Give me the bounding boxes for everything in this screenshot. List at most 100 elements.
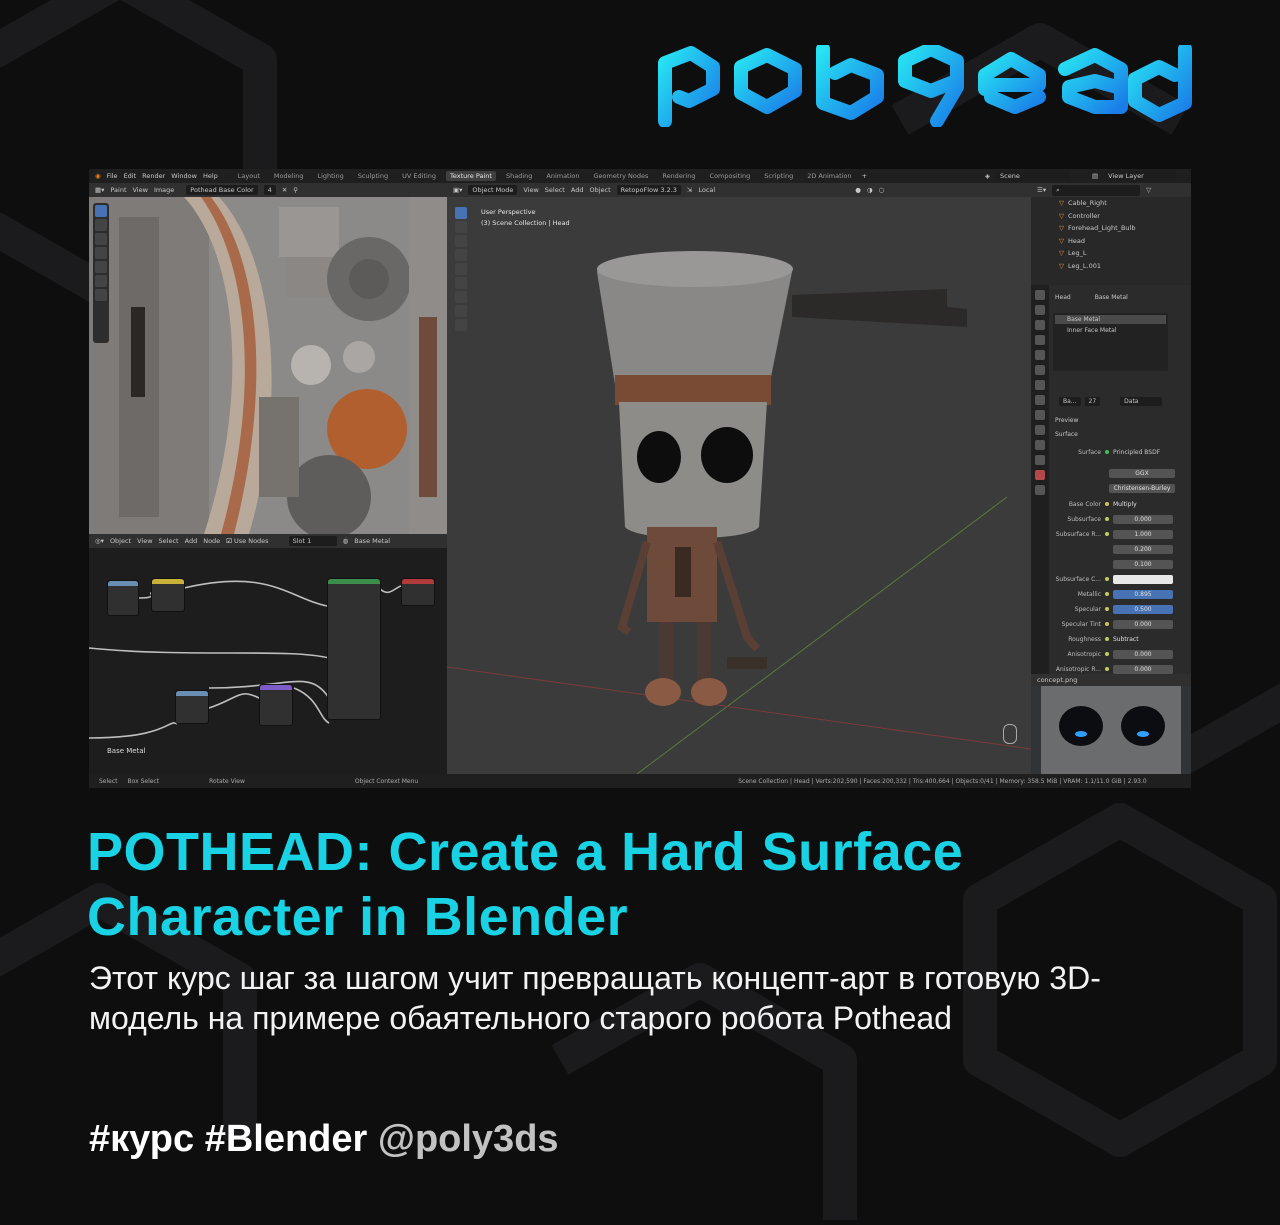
- material-slot[interactable]: Inner Face Metal: [1055, 326, 1166, 335]
- shading-rendered-icon[interactable]: ○: [879, 186, 885, 194]
- outliner-item[interactable]: ▽ Head: [1031, 235, 1191, 248]
- physics-tab-icon[interactable]: [1035, 425, 1045, 435]
- node-material-name[interactable]: Base Metal: [354, 537, 390, 545]
- hashtag-course[interactable]: #курс: [89, 1118, 194, 1160]
- property-value[interactable]: Multiply: [1113, 500, 1173, 509]
- tab-rendering[interactable]: Rendering: [658, 171, 699, 181]
- node-editor-type-icon[interactable]: ◎▾: [95, 537, 104, 545]
- viewport-type-icon[interactable]: ▣▾: [453, 186, 462, 194]
- filter-icon[interactable]: ▽: [1146, 186, 1151, 194]
- menu-viewport-select[interactable]: Select: [545, 186, 565, 194]
- tool-tab-icon[interactable]: [1035, 290, 1045, 300]
- preview-panel[interactable]: Preview: [1049, 414, 1191, 426]
- hashtag-blender[interactable]: #Blender: [205, 1118, 368, 1160]
- property-value[interactable]: Subtract: [1113, 635, 1173, 644]
- tab-layout[interactable]: Layout: [234, 171, 264, 181]
- property-value[interactable]: 0.200: [1113, 544, 1173, 554]
- material-output-node[interactable]: [401, 578, 435, 606]
- render-tab-icon[interactable]: [1035, 305, 1045, 315]
- annotate-icon[interactable]: [95, 289, 107, 301]
- menu-node-add[interactable]: Add: [185, 537, 198, 545]
- outliner-item[interactable]: ▽ Leg_L: [1031, 247, 1191, 260]
- principled-bsdf-node[interactable]: [327, 578, 381, 720]
- menu-viewport-view[interactable]: View: [523, 186, 538, 194]
- material-slot[interactable]: Base Metal: [1055, 315, 1166, 324]
- tab-modeling[interactable]: Modeling: [270, 171, 308, 181]
- property-value[interactable]: 0.500: [1113, 604, 1173, 614]
- object-mode-selector[interactable]: Object Mode: [468, 185, 518, 195]
- subsurface-method-selector[interactable]: Christensen-Burley: [1109, 483, 1175, 493]
- menu-node-view[interactable]: View: [137, 537, 152, 545]
- distribution-selector[interactable]: GGX: [1109, 468, 1175, 478]
- menu-image[interactable]: Image: [154, 186, 174, 194]
- use-nodes-checkbox[interactable]: ☑: [226, 537, 232, 545]
- menu-render[interactable]: Render: [142, 172, 165, 180]
- blender-logo-icon[interactable]: ◉: [95, 172, 101, 180]
- transform-orientation-icon[interactable]: ⇲: [687, 186, 692, 194]
- material-datablock[interactable]: Ba...: [1059, 396, 1081, 406]
- transform-orientation[interactable]: Local: [698, 186, 715, 194]
- property-value[interactable]: 0.895: [1113, 589, 1173, 599]
- shading-material-icon[interactable]: ◑: [867, 186, 873, 194]
- tab-shading[interactable]: Shading: [502, 171, 536, 181]
- mix-node[interactable]: [151, 578, 185, 612]
- tab-geometry-nodes[interactable]: Geometry Nodes: [590, 171, 653, 181]
- scene-tab-icon[interactable]: [1035, 350, 1045, 360]
- outliner-search-icon[interactable]: ⌕: [1052, 184, 1141, 196]
- material-users[interactable]: 27: [1084, 396, 1101, 406]
- constraints-tab-icon[interactable]: [1035, 440, 1045, 450]
- property-value[interactable]: 1.000: [1113, 529, 1173, 539]
- tab-compositing[interactable]: Compositing: [706, 171, 755, 181]
- menu-window[interactable]: Window: [171, 172, 197, 180]
- menu-edit[interactable]: Edit: [124, 172, 137, 180]
- surface-shader[interactable]: Principled BSDF: [1113, 449, 1160, 456]
- output-tab-icon[interactable]: [1035, 320, 1045, 330]
- property-value[interactable]: [1113, 574, 1173, 584]
- link-selector[interactable]: Data: [1120, 396, 1163, 406]
- tab-animation[interactable]: Animation: [542, 171, 583, 181]
- object-tab-icon[interactable]: [1035, 380, 1045, 390]
- close-icon[interactable]: ✕: [282, 186, 287, 194]
- channel-handle[interactable]: @poly3ds: [378, 1118, 559, 1160]
- fill-brush-icon[interactable]: [95, 261, 107, 273]
- tab-sculpting[interactable]: Sculpting: [354, 171, 392, 181]
- color-ramp-node[interactable]: [175, 690, 209, 724]
- tab-texture-paint[interactable]: Texture Paint: [446, 171, 496, 181]
- modifier-tab-icon[interactable]: [1035, 395, 1045, 405]
- particles-tab-icon[interactable]: [1035, 410, 1045, 420]
- texture-node[interactable]: [107, 580, 139, 616]
- view-layer-selector[interactable]: View Layer: [1104, 171, 1177, 181]
- outliner-item[interactable]: ▽ Forehead_Light_Bulb: [1031, 222, 1191, 235]
- world-tab-icon[interactable]: [1035, 365, 1045, 375]
- property-value[interactable]: 0.100: [1113, 559, 1173, 569]
- data-tab-icon[interactable]: [1035, 455, 1045, 465]
- image-file-name[interactable]: concept.png: [1037, 676, 1077, 684]
- surface-panel[interactable]: Surface: [1049, 428, 1191, 440]
- property-value[interactable]: 0.000: [1113, 619, 1173, 629]
- scene-selector[interactable]: Scene: [996, 171, 1071, 181]
- outliner-item[interactable]: ▽ Leg_L.001: [1031, 260, 1191, 273]
- property-value[interactable]: 0.000: [1113, 649, 1173, 659]
- object-shader-type[interactable]: Object: [110, 537, 131, 545]
- draw-brush-icon[interactable]: [95, 205, 107, 217]
- menu-viewport-add[interactable]: Add: [571, 186, 584, 194]
- menu-file[interactable]: File: [107, 172, 118, 180]
- slot-selector[interactable]: Slot 1: [288, 536, 337, 546]
- add-workspace-icon[interactable]: +: [862, 172, 867, 180]
- retopoflow-menu[interactable]: RetopoFlow 3.2.3: [616, 185, 681, 195]
- texture-tab-icon[interactable]: [1035, 485, 1045, 495]
- menu-node-node[interactable]: Node: [203, 537, 220, 545]
- view-layer-tab-icon[interactable]: [1035, 335, 1045, 345]
- tab-uv-editing[interactable]: UV Editing: [398, 171, 440, 181]
- 3d-viewport[interactable]: User Perspective (3) Scene Collection | …: [447, 197, 1031, 774]
- menu-help[interactable]: Help: [203, 172, 218, 180]
- image-selector[interactable]: Pothead Base Color: [186, 185, 258, 195]
- material-tab-icon[interactable]: [1035, 470, 1045, 480]
- outliner-item[interactable]: ▽ Controller: [1031, 210, 1191, 223]
- paint-mode-menu[interactable]: Paint: [110, 186, 126, 194]
- editor-type-icon[interactable]: ▦▾: [95, 186, 104, 194]
- property-value[interactable]: 0.000: [1113, 664, 1173, 674]
- clone-brush-icon[interactable]: [95, 247, 107, 259]
- soften-brush-icon[interactable]: [95, 219, 107, 231]
- pin-icon[interactable]: ⚲: [293, 186, 298, 194]
